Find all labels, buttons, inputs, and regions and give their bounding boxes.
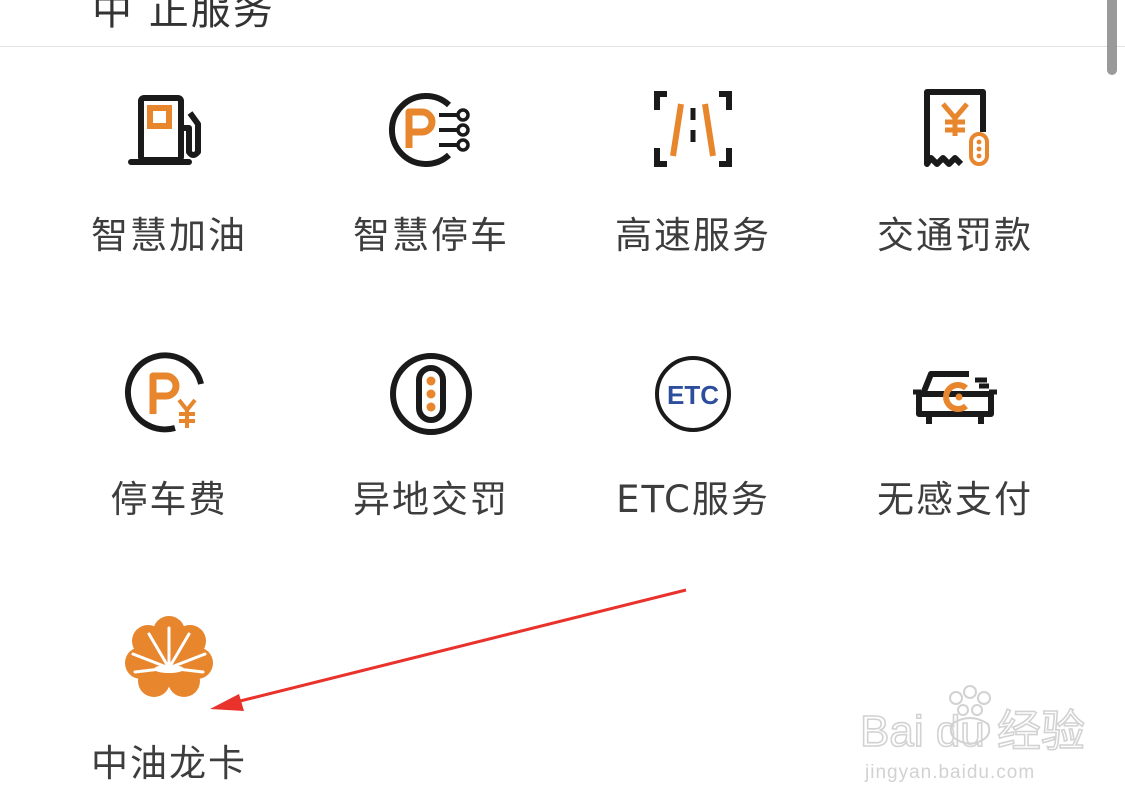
fuel-pump-icon bbox=[128, 95, 201, 165]
smart-parking-icon bbox=[389, 93, 470, 167]
service-label: 异地交罚 bbox=[353, 478, 509, 521]
service-smart-fueling[interactable]: 智慧加油 bbox=[38, 72, 300, 336]
watermark-url: jingyan.baidu.com bbox=[865, 762, 1036, 783]
highway-icon bbox=[654, 91, 732, 167]
service-etc[interactable]: ETC ETC服务 bbox=[562, 336, 824, 600]
service-petrochina-card[interactable]: 中油龙卡 bbox=[38, 600, 300, 792]
etc-icon-text: ETC bbox=[667, 380, 719, 410]
service-label: 中油龙卡 bbox=[91, 742, 247, 785]
service-label: 停车费 bbox=[110, 478, 228, 521]
service-traffic-fine[interactable]: 交通罚款 bbox=[824, 72, 1086, 336]
service-contactless-pay[interactable]: 无感支付 bbox=[824, 336, 1086, 600]
traffic-light-icon bbox=[390, 353, 472, 435]
service-parking-fee[interactable]: 停车费 bbox=[38, 336, 300, 600]
service-label: 无感支付 bbox=[877, 478, 1033, 521]
service-smart-parking[interactable]: 智慧停车 bbox=[300, 72, 562, 336]
car-pay-icon bbox=[913, 371, 997, 424]
etc-icon: ETC bbox=[655, 356, 731, 432]
service-label: 高速服务 bbox=[615, 214, 771, 257]
scrollbar[interactable] bbox=[1107, 0, 1117, 75]
divider bbox=[0, 46, 1125, 47]
watermark-brand: Bai du 经验 bbox=[860, 707, 1085, 756]
service-label: 智慧停车 bbox=[353, 214, 509, 257]
section-title: 中 正服务 bbox=[92, 0, 275, 34]
service-label: ETC服务 bbox=[616, 478, 770, 521]
parking-fee-icon bbox=[125, 352, 204, 433]
traffic-fine-receipt-icon bbox=[924, 89, 989, 167]
service-highway[interactable]: 高速服务 bbox=[562, 72, 824, 336]
service-remote-fine[interactable]: 异地交罚 bbox=[300, 336, 562, 600]
service-label: 交通罚款 bbox=[877, 214, 1033, 257]
petrochina-logo-icon bbox=[125, 616, 213, 697]
service-label: 智慧加油 bbox=[91, 214, 247, 257]
